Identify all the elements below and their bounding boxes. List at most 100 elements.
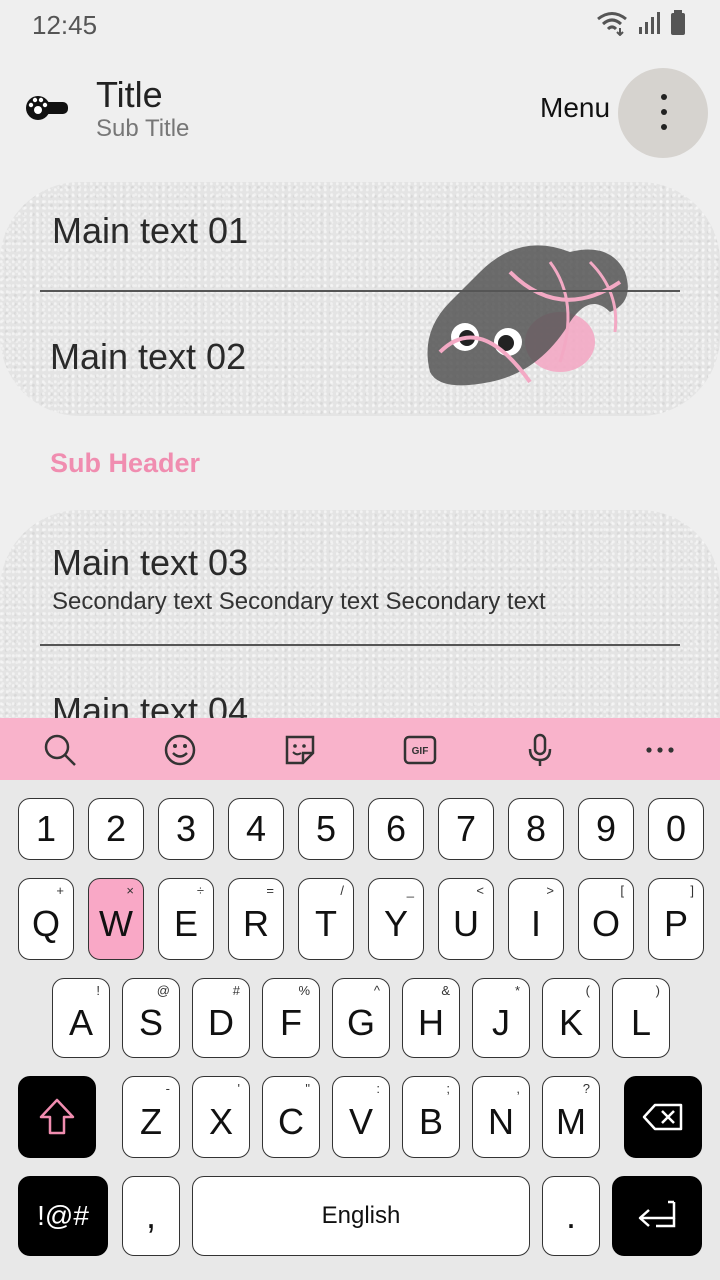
key-e[interactable]: ÷ E (158, 878, 214, 960)
key-2[interactable]: 2 (88, 798, 144, 860)
emoji-icon[interactable] (162, 732, 198, 768)
key-label: 5 (315, 808, 337, 849)
key-m[interactable]: ? M (542, 1076, 600, 1158)
key-0[interactable]: 0 (648, 798, 704, 860)
key-label: 4 (245, 808, 267, 849)
divider (40, 644, 680, 646)
key-k[interactable]: (K (542, 978, 600, 1058)
key-5[interactable]: 5 (298, 798, 354, 860)
more-vert-icon (661, 94, 667, 100)
space-key[interactable]: English (192, 1176, 530, 1256)
shift-key[interactable] (18, 1076, 96, 1158)
sub-header: Sub Header (50, 448, 201, 478)
key-label: D (208, 1002, 234, 1043)
key-label: 0 (665, 808, 687, 849)
sticker-icon[interactable] (282, 732, 318, 768)
key-label: , (145, 1195, 156, 1236)
key-hint: × (126, 883, 134, 898)
key-label: 9 (595, 808, 617, 849)
key-x[interactable]: ' X (192, 1076, 250, 1158)
key-g[interactable]: ^ G (332, 978, 390, 1058)
key-s[interactable]: @ S (122, 978, 180, 1058)
backspace-icon (642, 1103, 683, 1131)
paw-key-icon[interactable] (24, 92, 70, 124)
key-l[interactable]: ) L (612, 978, 670, 1058)
key-label: R (243, 903, 269, 944)
key-1[interactable]: 1 (18, 798, 74, 860)
key-b[interactable]: ; B (402, 1076, 460, 1158)
key-v[interactable]: :V (332, 1076, 390, 1158)
key-o[interactable]: [O (578, 878, 634, 960)
key-d[interactable]: # D (192, 978, 250, 1058)
key-hint: = (266, 883, 274, 898)
key-i[interactable]: > I (508, 878, 564, 960)
key-4[interactable]: 4 (228, 798, 284, 860)
key-hint: ' (237, 1081, 240, 1096)
key-n[interactable]: ,N (472, 1076, 530, 1158)
microphone-icon[interactable] (522, 732, 558, 768)
key-y[interactable]: _ Y (368, 878, 424, 960)
key-hint: @ (156, 983, 170, 998)
key-8[interactable]: 8 (508, 798, 564, 860)
shift-icon (39, 1098, 75, 1135)
menu-button[interactable]: Menu (540, 92, 610, 124)
key-label: X (208, 1101, 233, 1142)
key-9[interactable]: 9 (578, 798, 634, 860)
enter-icon (638, 1200, 676, 1228)
key-z[interactable]: -Z (122, 1076, 180, 1158)
key-hint: " (305, 1081, 310, 1096)
signal-icon (639, 12, 660, 34)
more-horizontal-icon[interactable] (642, 732, 678, 768)
key-a[interactable]: ! A (52, 978, 110, 1058)
key-f[interactable]: % F (262, 978, 320, 1058)
more-options-button[interactable] (618, 68, 708, 158)
key-p[interactable]: ] P (648, 878, 704, 960)
period-key[interactable]: . (542, 1176, 600, 1256)
key-w[interactable]: × W (88, 878, 144, 960)
key-label: L (630, 1002, 652, 1043)
key-label: T (315, 903, 337, 944)
key-label: 3 (175, 808, 197, 849)
key-hint: + (56, 883, 64, 898)
key-j[interactable]: * J (472, 978, 530, 1058)
key-hint: [ (620, 883, 624, 898)
key-7[interactable]: 7 (438, 798, 494, 860)
comma-key[interactable]: , (122, 1176, 180, 1256)
more-vert-dot (661, 109, 667, 115)
list-item-main-text[interactable]: Main text 02 (50, 336, 246, 378)
key-h[interactable]: & H (402, 978, 460, 1058)
key-u[interactable]: < U (438, 878, 494, 960)
key-hint: ( (585, 983, 590, 998)
symbols-key[interactable]: !@# (18, 1176, 108, 1256)
key-t[interactable]: / T (298, 878, 354, 960)
key-q[interactable]: + Q (18, 878, 74, 960)
list-item-main-text[interactable]: Main text 03 (52, 542, 248, 584)
battery-icon (671, 10, 685, 35)
wifi-icon (597, 12, 627, 36)
key-label: 1 (35, 808, 57, 849)
gif-icon[interactable]: GIF (402, 732, 438, 768)
enter-key[interactable] (612, 1176, 702, 1256)
search-icon[interactable] (42, 732, 78, 768)
key-hint: * (514, 983, 520, 998)
key-label: U (453, 903, 479, 944)
key-label: S (138, 1002, 163, 1043)
key-label: A (68, 1002, 93, 1043)
key-hint: % (298, 983, 310, 998)
key-label: !@# (37, 1200, 89, 1231)
key-label: I (530, 903, 541, 944)
key-label: J (492, 1002, 510, 1043)
key-r[interactable]: = R (228, 878, 284, 960)
backspace-key[interactable] (624, 1076, 702, 1158)
keyboard-toolbar: GIF (0, 718, 720, 780)
key-label: V (348, 1101, 373, 1142)
key-6[interactable]: 6 (368, 798, 424, 860)
key-3[interactable]: 3 (158, 798, 214, 860)
divider (40, 290, 680, 292)
key-c[interactable]: " C (262, 1076, 320, 1158)
list-item-secondary-text: Secondary text Secondary text Secondary … (52, 588, 546, 615)
list-item-main-text[interactable]: Main text 01 (52, 210, 248, 252)
key-label: Z (140, 1101, 162, 1142)
key-label: N (488, 1101, 514, 1142)
key-label: Y (383, 903, 408, 944)
